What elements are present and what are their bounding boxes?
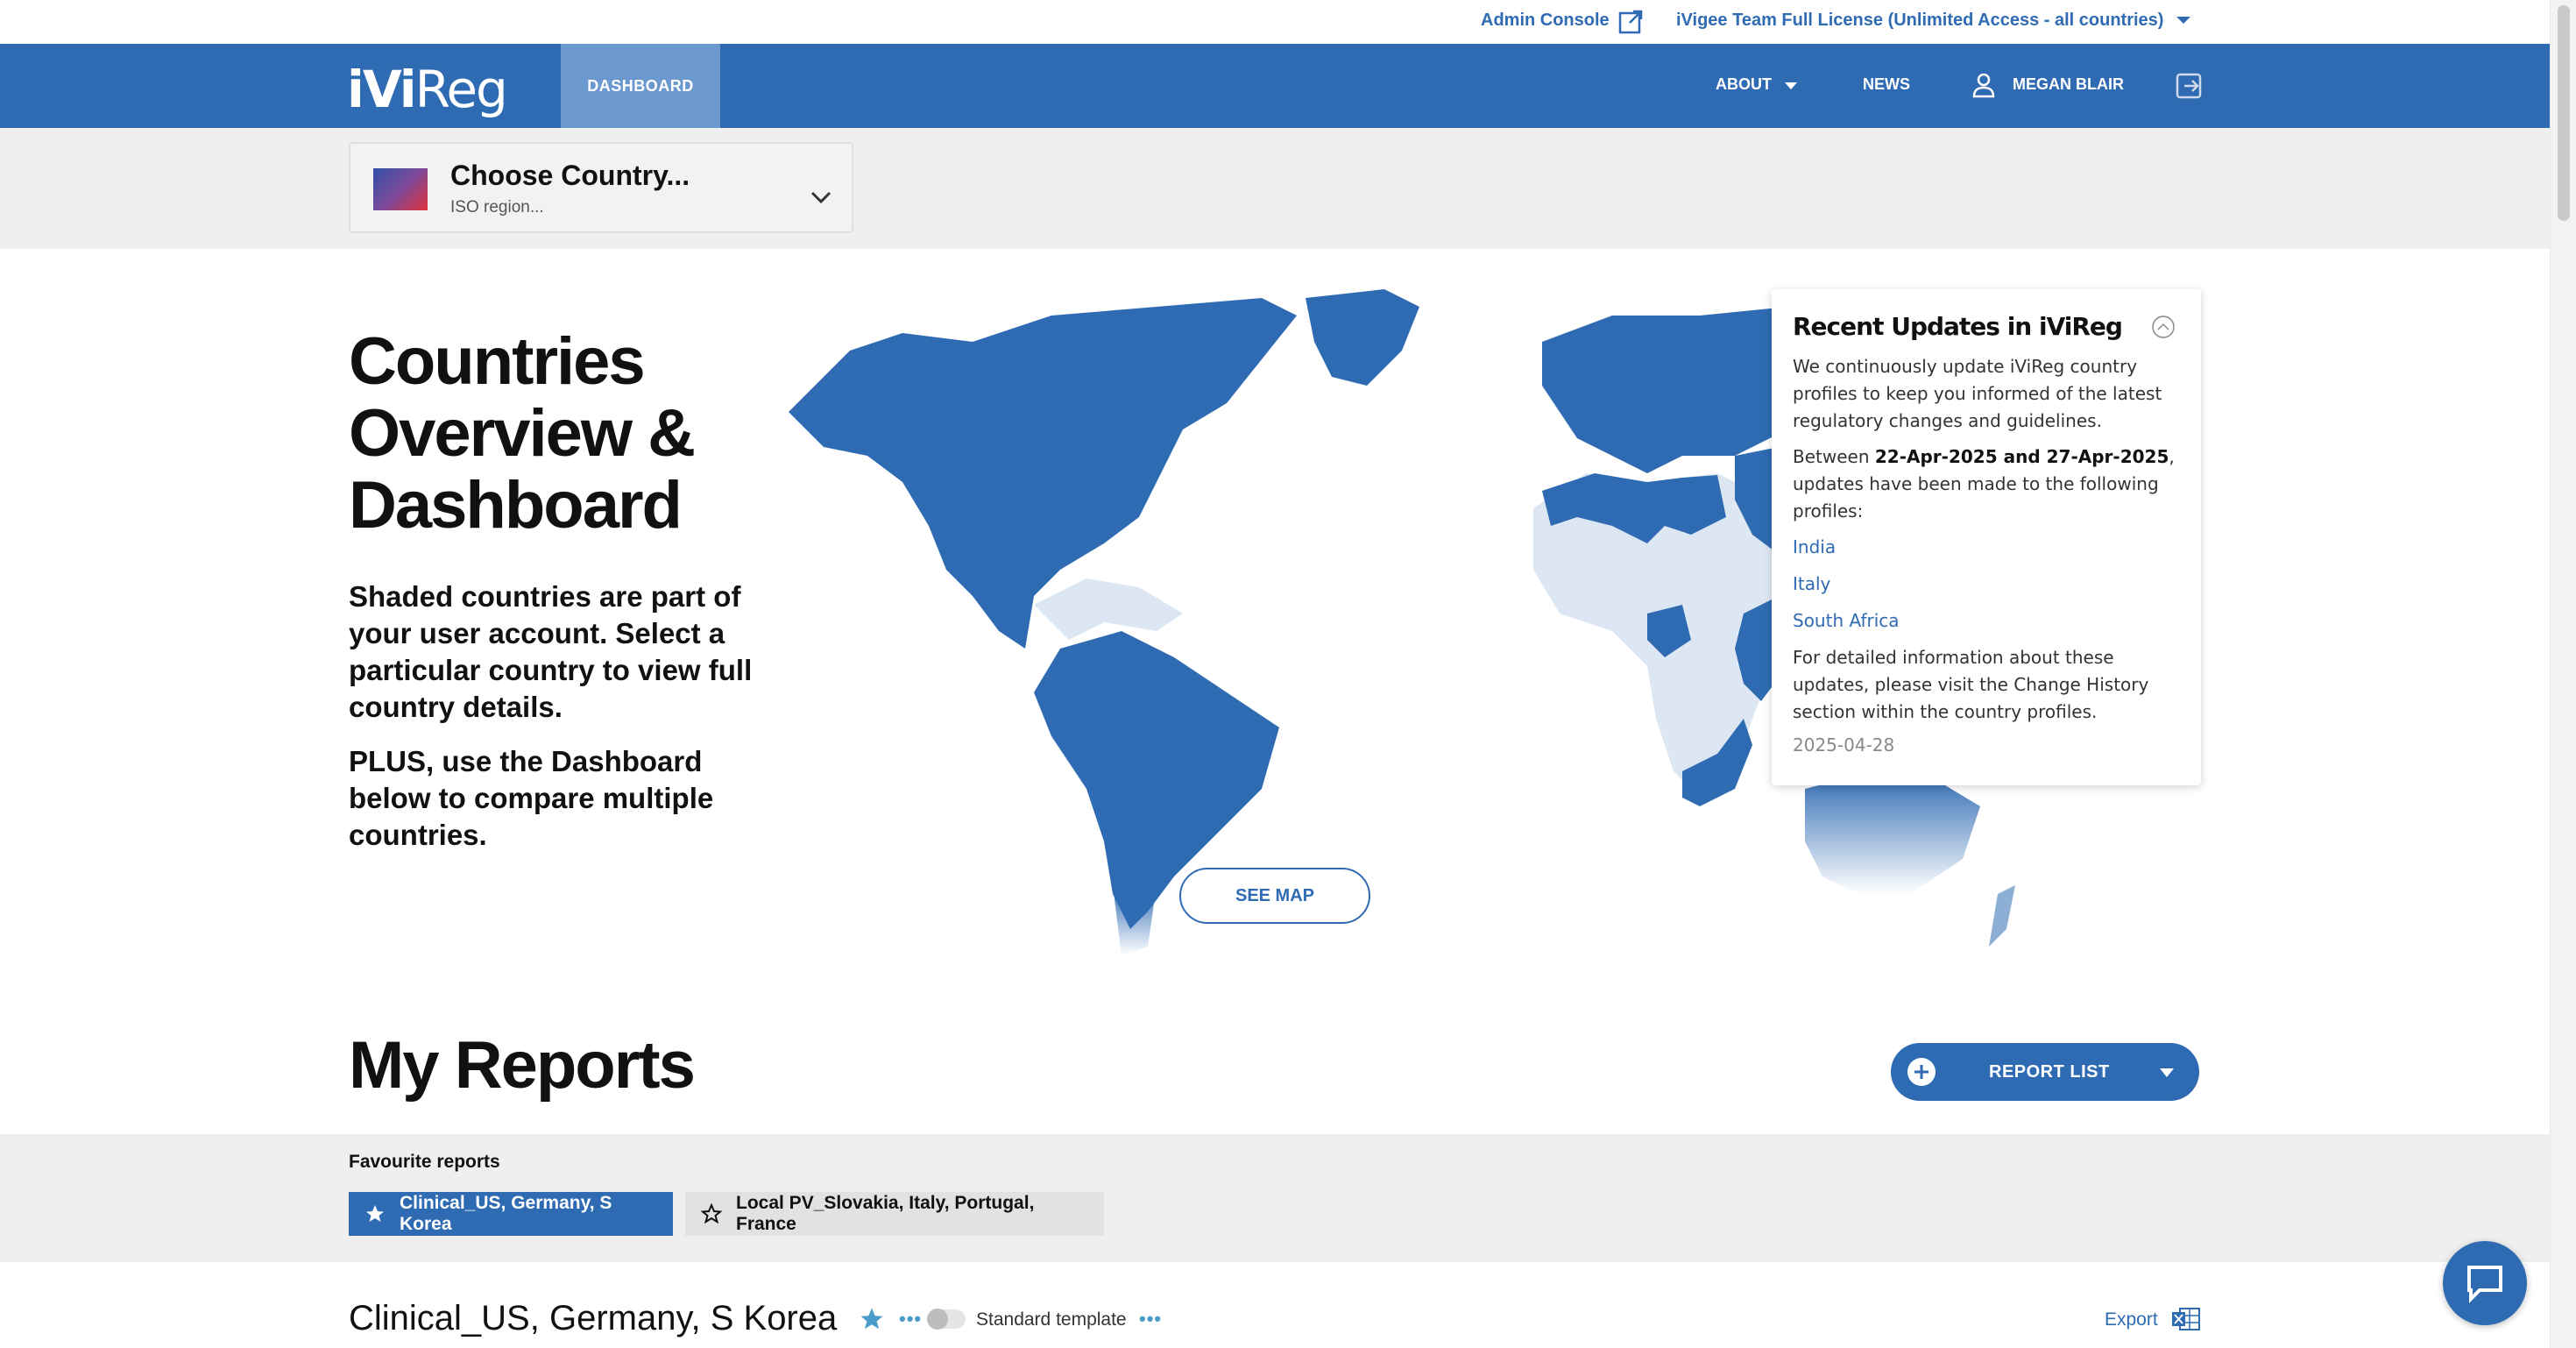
page-scrollbar[interactable] <box>2550 0 2576 1348</box>
updated-country-link-south-africa[interactable]: South Africa <box>1793 607 2180 635</box>
excel-icon[interactable] <box>2171 1306 2201 1332</box>
recent-updates-title: Recent Updates in iViReg <box>1793 312 2123 341</box>
favourite-reports-label: Favourite reports <box>349 1152 500 1172</box>
more-options-icon[interactable]: ••• <box>1139 1308 1162 1330</box>
report-list-button[interactable]: REPORT LIST <box>1891 1043 2199 1101</box>
favourite-report-chip[interactable]: Local PV_Slovakia, Italy, Portugal, Fran… <box>685 1192 1104 1236</box>
main-nav: iViReg DASHBOARD ABOUT NEWS MEGAN BLAIR <box>0 44 2550 128</box>
export-link[interactable]: Export <box>2105 1309 2158 1330</box>
nav-item-about[interactable]: ABOUT <box>1716 75 1772 94</box>
star-filled-icon <box>366 1205 384 1222</box>
map-south-america-tip <box>1113 885 1157 955</box>
plus-circle-icon <box>1907 1058 1936 1086</box>
updates-intro: We continuously update iViReg country pr… <box>1793 356 2162 431</box>
user-menu[interactable]: MEGAN BLAIR <box>2013 75 2124 94</box>
map-australia[interactable] <box>1805 771 1980 894</box>
license-selector[interactable]: iVigee Team Full License (Unlimited Acce… <box>1676 11 2163 31</box>
nav-item-news[interactable]: NEWS <box>1863 75 1910 94</box>
utility-bar: Admin Console iVigee Team Full License (… <box>0 0 2550 44</box>
map-new-zealand[interactable] <box>1989 885 2015 947</box>
map-greenland[interactable] <box>1306 289 1419 386</box>
favourite-report-label: Local PV_Slovakia, Italy, Portugal, Fran… <box>736 1193 1035 1234</box>
see-map-button[interactable]: SEE MAP <box>1179 868 1370 924</box>
updates-date-range: 22-Apr-2025 and 27-Apr-2025 <box>1874 446 2169 467</box>
intro-text: Shaded countries are part of your user a… <box>349 580 753 723</box>
template-label: Standard template <box>976 1309 1127 1330</box>
intro-text-plus: PLUS, use the Dashboard below to compare… <box>349 745 714 851</box>
favourite-report-chip[interactable]: Clinical_US, Germany, S Korea <box>349 1192 673 1236</box>
reports-heading: My Reports <box>349 1028 696 1103</box>
admin-console-link[interactable]: Admin Console <box>1481 11 1610 31</box>
report-list-label: REPORT LIST <box>1989 1062 2110 1082</box>
country-selector[interactable]: Choose Country... ISO region... <box>349 142 853 233</box>
collapse-up-icon[interactable] <box>2150 314 2176 340</box>
caret-down-icon[interactable] <box>1784 81 1798 91</box>
scrollbar-thumb[interactable] <box>2558 5 2570 221</box>
star-filled-icon[interactable] <box>859 1306 885 1332</box>
user-icon[interactable] <box>1971 72 1996 98</box>
chevron-down-icon[interactable] <box>810 189 832 205</box>
template-toggle[interactable] <box>927 1309 966 1330</box>
country-chooser-band: Choose Country... ISO region... <box>0 128 2550 249</box>
page-title: Countries Overview & Dashboard <box>349 324 696 543</box>
recent-updates-card: Recent Updates in iViReg We continuously… <box>1772 289 2201 785</box>
updated-country-link-india[interactable]: India <box>1793 534 2180 561</box>
ivireg-logo[interactable]: iViReg <box>347 60 508 119</box>
map-north-america[interactable] <box>789 298 1297 649</box>
map-caribbean <box>1034 578 1183 640</box>
country-selector-subtitle: ISO region... <box>450 198 544 216</box>
flag-icon <box>373 168 428 210</box>
country-selector-title: Choose Country... <box>450 160 690 191</box>
updates-range-text: Between 22-Apr-2025 and 27-Apr-2025, upd… <box>1793 446 2175 521</box>
favourite-report-label: Clinical_US, Germany, S Korea <box>400 1193 612 1234</box>
chat-button[interactable] <box>2443 1241 2527 1325</box>
nav-tab-dashboard[interactable]: DASHBOARD <box>561 44 720 128</box>
more-options-icon[interactable]: ••• <box>899 1308 922 1330</box>
favourite-reports-bar: Favourite reports Clinical_US, Germany, … <box>0 1134 2550 1262</box>
chat-icon <box>2467 1266 2502 1303</box>
logout-icon[interactable] <box>2175 72 2203 100</box>
caret-down-icon <box>2160 1068 2174 1077</box>
updates-footer: For detailed information about these upd… <box>1793 647 2149 722</box>
star-outline-icon <box>701 1203 722 1224</box>
report-title: Clinical_US, Germany, S Korea <box>349 1299 838 1337</box>
updated-country-link-italy[interactable]: Italy <box>1793 571 2180 598</box>
caret-down-icon[interactable] <box>2175 14 2192 26</box>
updates-date: 2025-04-28 <box>1793 734 1895 756</box>
toggle-knob <box>927 1309 948 1330</box>
external-link-icon[interactable] <box>1617 9 1644 35</box>
